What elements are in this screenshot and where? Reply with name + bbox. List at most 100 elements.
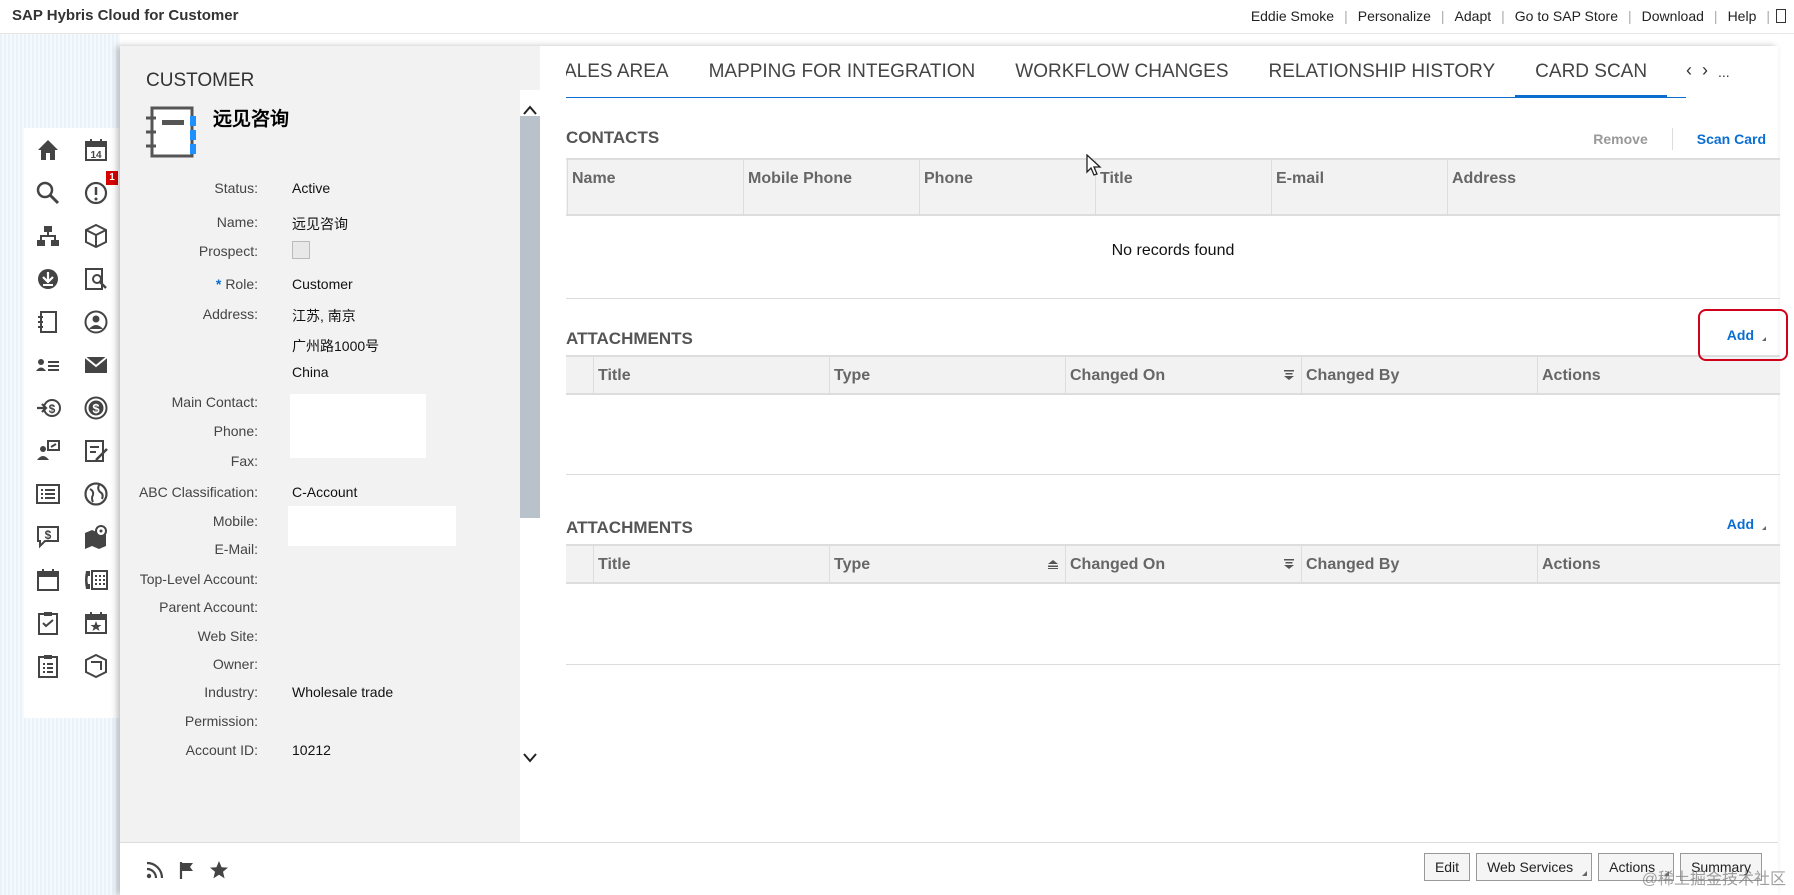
- person-icon: [84, 310, 108, 333]
- column-header[interactable]: Name: [568, 160, 744, 214]
- nav-item-calendar[interactable]: 14: [72, 128, 120, 171]
- field-label-text: Role:: [225, 276, 258, 292]
- nav-item-task-clipboard[interactable]: [24, 601, 72, 644]
- nav-item-checklist[interactable]: [24, 644, 72, 687]
- nav-item-map-marker[interactable]: [72, 515, 120, 558]
- object-type: CUSTOMER: [146, 70, 255, 91]
- row-select-column[interactable]: [566, 546, 594, 582]
- column-header[interactable]: Changed On: [1066, 357, 1302, 393]
- details-scrollbar[interactable]: [520, 90, 540, 842]
- field-label: Industry:: [204, 684, 258, 700]
- nav-item-calendar-plain[interactable]: [24, 558, 72, 601]
- field-label: Phone:: [214, 423, 258, 439]
- row-select-column[interactable]: [566, 357, 594, 393]
- checklist-icon: [38, 654, 58, 678]
- nav-item-home[interactable]: [24, 128, 72, 171]
- column-header[interactable]: Actions: [1538, 546, 1620, 582]
- tab-mapping-integration[interactable]: MAPPING FOR INTEGRATION: [689, 46, 996, 97]
- help-link[interactable]: Help: [1718, 8, 1767, 24]
- calendar-star-icon: [85, 611, 107, 634]
- column-header[interactable]: Changed By: [1302, 546, 1538, 582]
- column-header[interactable]: Changed On: [1066, 546, 1302, 582]
- sort-ascending-icon[interactable]: [1047, 559, 1059, 569]
- field-label: ABC Classification:: [139, 484, 258, 500]
- nav-item-edit-report[interactable]: [72, 429, 120, 472]
- column-header-label: Title: [598, 556, 631, 573]
- prospect-checkbox[interactable]: [292, 241, 310, 259]
- nav-item-analysis[interactable]: [72, 257, 120, 300]
- tab-overflow-icon[interactable]: ...: [1718, 60, 1730, 81]
- tab-prev-icon[interactable]: ‹: [1686, 60, 1692, 81]
- nav-item-globe[interactable]: [72, 472, 120, 515]
- svg-text:$: $: [45, 528, 52, 542]
- tab-next-icon[interactable]: ›: [1702, 60, 1708, 81]
- nav-item-chat-dollar[interactable]: $: [24, 515, 72, 558]
- sap-store-link[interactable]: Go to SAP Store: [1505, 8, 1628, 24]
- nav-item-list-person[interactable]: [24, 343, 72, 386]
- link-separator: |: [1766, 8, 1770, 24]
- column-header[interactable]: Type: [830, 546, 1066, 582]
- sort-descending-icon[interactable]: [1283, 370, 1295, 380]
- nav-item-download[interactable]: [24, 257, 72, 300]
- download-link[interactable]: Download: [1632, 8, 1714, 24]
- tab-workflow-changes[interactable]: WORKFLOW CHANGES: [995, 46, 1248, 97]
- edit-button[interactable]: Edit: [1423, 853, 1471, 881]
- nav-item-contact-share[interactable]: [24, 429, 72, 472]
- flag-icon[interactable]: [176, 859, 198, 881]
- rss-feed-icon[interactable]: [144, 859, 166, 881]
- column-header[interactable]: Actions: [1538, 357, 1620, 393]
- column-header[interactable]: Title: [594, 357, 830, 393]
- nav-item-product-box[interactable]: [72, 214, 120, 257]
- column-header[interactable]: Changed By: [1302, 357, 1538, 393]
- nav-item-person[interactable]: [72, 300, 120, 343]
- scroll-down-icon[interactable]: [520, 744, 540, 772]
- field-value: C-Account: [292, 484, 358, 500]
- nav-item-alert[interactable]: 1: [72, 171, 120, 214]
- personalize-link[interactable]: Personalize: [1348, 8, 1441, 24]
- nav-item-calendar-star[interactable]: [72, 601, 120, 644]
- scroll-thumb[interactable]: [520, 116, 540, 518]
- window-icon[interactable]: [1776, 9, 1786, 23]
- column-header[interactable]: E-mail: [1272, 160, 1448, 214]
- field-label: Mobile:: [213, 513, 258, 529]
- nav-item-hexagon[interactable]: [72, 644, 120, 687]
- favorite-star-icon[interactable]: [208, 859, 230, 881]
- field-row: Permission:: [120, 713, 520, 737]
- tab-relationship-history[interactable]: RELATIONSHIP HISTORY: [1249, 46, 1516, 97]
- nav-item-money-transfer[interactable]: $: [24, 386, 72, 429]
- web-services-button[interactable]: Web Services: [1476, 853, 1593, 881]
- tab-card-scan[interactable]: CARD SCAN: [1515, 46, 1667, 97]
- nav-item-org-chart[interactable]: [24, 214, 72, 257]
- column-header-label: Title: [598, 367, 631, 384]
- nav-item-dollar[interactable]: $: [72, 386, 120, 429]
- column-header[interactable]: Address: [1448, 160, 1624, 214]
- nav-item-search[interactable]: [24, 171, 72, 214]
- column-header[interactable]: Mobile Phone: [744, 160, 920, 214]
- user-menu-link[interactable]: Eddie Smoke: [1241, 8, 1344, 24]
- remove-contact-button[interactable]: Remove: [1593, 131, 1647, 147]
- adapt-link[interactable]: Adapt: [1445, 8, 1502, 24]
- details-panel: CUSTOMER 远见咨询 Status: Active Name: 远见咨询 Pros…: [120, 46, 540, 842]
- phone-fax-field-area[interactable]: [290, 394, 426, 458]
- column-header[interactable]: Title: [594, 546, 830, 582]
- column-header[interactable]: Phone: [920, 160, 1096, 214]
- mouse-cursor-icon: [1086, 154, 1102, 176]
- contacts-title: CONTACTS: [566, 128, 660, 147]
- field-label-text: ABC Classification:: [138, 484, 258, 500]
- nav-item-phone-keypad[interactable]: [72, 558, 120, 601]
- nav-item-mail[interactable]: [72, 343, 120, 386]
- field-value: Customer: [292, 276, 353, 292]
- home-icon: [38, 139, 58, 160]
- email-field-area[interactable]: [288, 506, 456, 546]
- field-row: Parent Account:: [120, 599, 520, 623]
- sort-descending-icon[interactable]: [1283, 559, 1295, 569]
- column-header[interactable]: Type: [830, 357, 1066, 393]
- tab-sales-area[interactable]: ALES AREA: [566, 46, 689, 97]
- nav-item-list[interactable]: [24, 472, 72, 515]
- nav-item-notebook[interactable]: [24, 300, 72, 343]
- scan-card-button[interactable]: Scan Card: [1697, 131, 1766, 147]
- add-attachment-button-2[interactable]: Add: [1727, 516, 1767, 532]
- watermark: @稀土掘金技术社区: [1641, 871, 1786, 888]
- column-header[interactable]: Title: [1096, 160, 1272, 214]
- chat-dollar-icon: $: [37, 525, 59, 548]
